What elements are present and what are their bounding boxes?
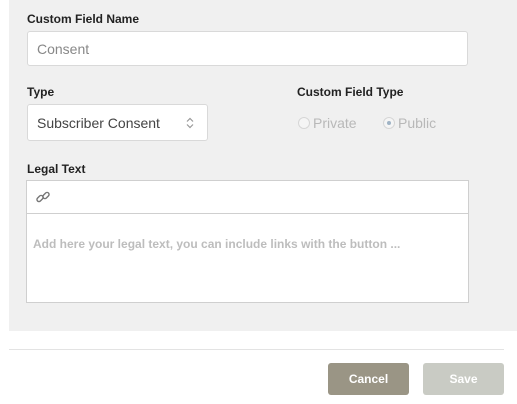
custom-field-name-input[interactable]: Consent — [27, 31, 468, 66]
save-button[interactable]: Save — [423, 363, 504, 395]
radio-public[interactable]: Public — [383, 115, 436, 131]
legal-text-editor[interactable]: Add here your legal text, you can includ… — [26, 180, 469, 303]
custom-field-name-placeholder: Consent — [37, 40, 90, 57]
radio-private[interactable]: Private — [298, 115, 357, 131]
custom-field-name-label: Custom Field Name — [27, 12, 140, 26]
type-select[interactable]: Subscriber Consent — [27, 104, 208, 141]
legal-text-placeholder: Add here your legal text, you can includ… — [33, 237, 401, 251]
custom-field-type-label: Custom Field Type — [297, 85, 404, 99]
radio-private-circle[interactable] — [298, 117, 310, 129]
radio-private-label: Private — [313, 115, 357, 131]
radio-public-label: Public — [398, 115, 437, 131]
updown-chevron-icon — [186, 117, 194, 129]
editor-toolbar — [27, 181, 468, 214]
footer-divider — [9, 349, 504, 350]
type-selected-value: Subscriber Consent — [37, 114, 160, 131]
link-icon[interactable] — [35, 189, 51, 205]
type-label: Type — [27, 85, 55, 99]
legal-text-label: Legal Text — [27, 162, 86, 176]
cancel-button[interactable]: Cancel — [328, 363, 409, 395]
radio-public-circle[interactable] — [383, 117, 395, 129]
